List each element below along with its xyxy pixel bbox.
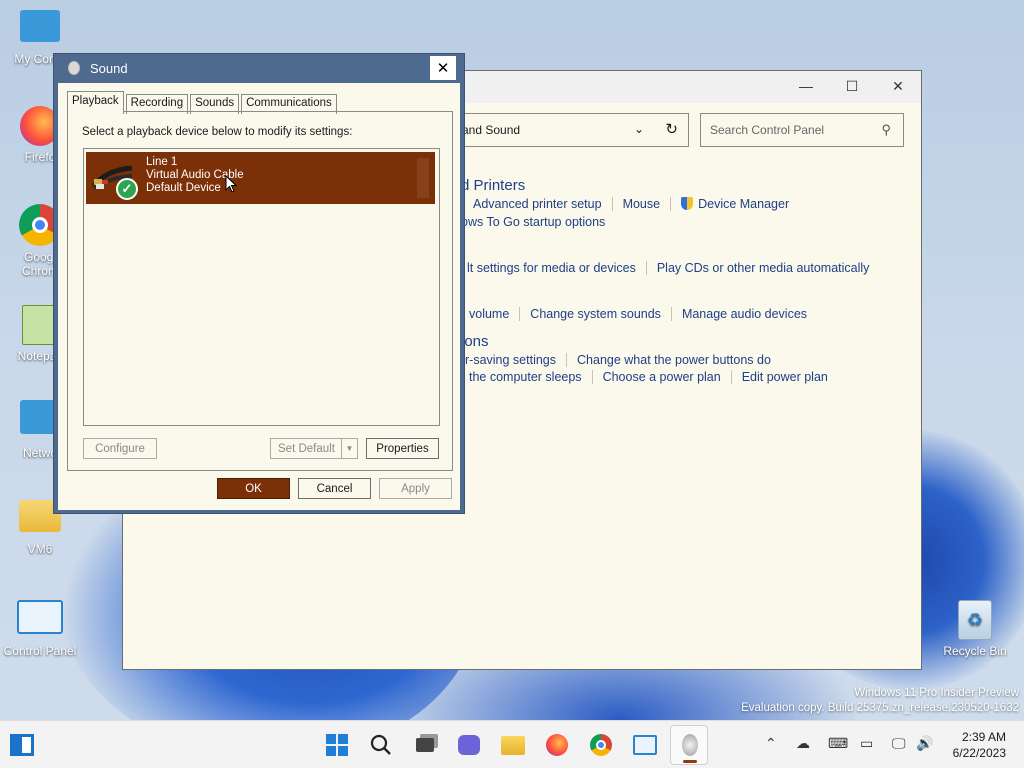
category-heading-power[interactable]: ions xyxy=(461,333,489,350)
configure-button[interactable]: Configure xyxy=(83,438,157,459)
apply-button[interactable]: Apply xyxy=(379,478,452,499)
default-device-check-icon: ✓ xyxy=(116,178,138,200)
refresh-icon[interactable]: ↻ xyxy=(665,120,678,138)
clock-time: 2:39 AM xyxy=(961,730,1006,744)
control-panel-icon[interactable] xyxy=(631,731,659,759)
firefox-icon[interactable] xyxy=(543,731,571,759)
recycle-bin-icon: ♻ xyxy=(958,600,992,640)
clock[interactable]: 2:39 AM 6/22/2023 xyxy=(953,729,1006,761)
clock-date: 6/22/2023 xyxy=(952,746,1006,760)
link-choose-power-plan[interactable]: Choose a power plan xyxy=(593,370,732,384)
link-power-buttons[interactable]: Change what the power buttons do xyxy=(567,353,781,367)
start-icon[interactable] xyxy=(323,731,351,759)
link-volume[interactable]: volume xyxy=(469,307,521,321)
cloud-offline-icon[interactable]: ☁ xyxy=(796,735,810,752)
dialog-body: Playback Recording Sounds Communications… xyxy=(58,83,460,510)
watermark-line-2: Evaluation copy. Build 25375.zn_release.… xyxy=(741,702,1019,714)
chrome-icon[interactable] xyxy=(587,731,615,759)
level-meter xyxy=(417,158,429,198)
link-computer-sleeps[interactable]: the computer sleeps xyxy=(469,370,593,384)
close-button[interactable]: ✕ xyxy=(875,71,921,101)
monitor-icon xyxy=(20,10,60,42)
windows-logo xyxy=(326,734,348,756)
link-device-manager[interactable]: Device Manager xyxy=(671,197,799,211)
search-placeholder: Search Control Panel xyxy=(710,123,825,137)
cancel-button[interactable]: Cancel xyxy=(298,478,371,499)
device-name: Line 1 xyxy=(146,156,178,168)
speaker-icon xyxy=(68,61,80,75)
close-button[interactable]: ✕ xyxy=(430,56,456,80)
minimize-button[interactable]: — xyxy=(783,71,829,101)
keyboard-icon[interactable]: ⌨ xyxy=(828,735,848,752)
list-item[interactable]: ✓ Line 1 Virtual Audio Cable Default Dev… xyxy=(86,152,435,204)
active-indicator xyxy=(683,760,697,763)
ok-button[interactable]: OK xyxy=(217,478,290,499)
link-play-cds[interactable]: Play CDs or other media automatically xyxy=(647,261,880,275)
search-input[interactable]: Search Control Panel ⚲ xyxy=(700,113,904,147)
speaker-icon xyxy=(682,734,698,756)
dialog-title: Sound xyxy=(90,60,128,76)
file-explorer-icon[interactable] xyxy=(499,731,527,759)
search-icon: ⚲ xyxy=(881,122,891,137)
chevron-down-icon[interactable]: ⌄ xyxy=(634,122,644,136)
desktop-icon-recycle-bin[interactable]: ♻ Recycle Bin xyxy=(935,600,1015,658)
tab-playback[interactable]: Playback xyxy=(67,91,124,114)
dialog-title-bar[interactable]: Sound xyxy=(54,54,464,82)
mouse-cursor-icon xyxy=(225,175,237,193)
category-heading-devices[interactable]: d Printers xyxy=(461,177,525,194)
link-mouse[interactable]: Mouse xyxy=(613,197,672,211)
desktop-icon-label: VM6 xyxy=(27,542,53,556)
task-view-icon[interactable] xyxy=(411,731,439,759)
chevron-up-icon[interactable]: ⌃ xyxy=(765,735,777,752)
chevron-down-icon[interactable]: ▼ xyxy=(341,439,357,458)
link-manage-audio-devices[interactable]: Manage audio devices xyxy=(672,307,817,321)
chat-icon[interactable] xyxy=(455,731,483,759)
link-advanced-printer-setup[interactable]: Advanced printer setup xyxy=(473,197,613,211)
autoplay-links: lt settings for media or devices Play CD… xyxy=(467,261,879,275)
desktop-icon-label: Recycle Bin xyxy=(943,644,1007,658)
link-edit-power-plan[interactable]: Edit power plan xyxy=(732,370,838,384)
sound-links: volume Change system sounds Manage audio… xyxy=(469,307,817,321)
instruction-text: Select a playback device below to modify… xyxy=(82,126,353,138)
devices-links: Advanced printer setup Mouse Device Mana… xyxy=(473,197,799,211)
sound-taskbar-button[interactable] xyxy=(670,725,708,765)
taskbar: ⌃ ☁ ⌨ ▭ 🖵 🔊 2:39 AM 6/22/2023 xyxy=(0,720,1024,768)
control-panel-icon xyxy=(17,600,63,634)
tablet-icon[interactable]: ▭ xyxy=(860,735,873,752)
network-icon[interactable]: 🖵 xyxy=(892,735,906,752)
link-windows-to-go[interactable]: ows To Go startup options xyxy=(461,215,615,229)
address-text: and Sound xyxy=(462,123,521,137)
set-default-button[interactable]: Set Default ▼ xyxy=(270,438,358,459)
power-links-row1: r-saving settings Change what the power … xyxy=(465,353,781,367)
maximize-button[interactable]: ☐ xyxy=(829,71,875,101)
link-power-saving-settings[interactable]: r-saving settings xyxy=(465,353,568,367)
devices-links-row2: ows To Go startup options xyxy=(461,215,615,229)
search-icon[interactable] xyxy=(367,731,395,759)
volume-icon[interactable]: 🔊 xyxy=(916,735,933,752)
power-links-row2: the computer sleeps Choose a power plan … xyxy=(469,370,838,384)
watermark-line-1: Windows 11 Pro Insider Preview xyxy=(854,687,1019,699)
evaluation-watermark: Windows 11 Pro Insider Preview Evaluatio… xyxy=(741,686,1019,716)
widgets-icon[interactable] xyxy=(8,731,36,759)
device-list[interactable]: ✓ Line 1 Virtual Audio Cable Default Dev… xyxy=(83,148,440,426)
link-change-system-sounds[interactable]: Change system sounds xyxy=(520,307,672,321)
set-default-label: Set Default xyxy=(278,442,335,455)
link-default-settings-media[interactable]: lt settings for media or devices xyxy=(467,261,647,275)
shield-icon xyxy=(681,197,694,210)
address-bar[interactable]: and Sound ⌄ ↻ xyxy=(453,113,689,147)
desktop-icon-control-panel[interactable]: Control Panel xyxy=(0,600,80,658)
playback-panel: Select a playback device below to modify… xyxy=(67,111,453,471)
desktop-icon-label: Control Panel xyxy=(3,644,77,658)
properties-button[interactable]: Properties xyxy=(366,438,439,459)
audio-cable-icon: ✓ xyxy=(86,152,146,204)
sound-dialog: Sound ✕ Playback Recording Sounds Commun… xyxy=(53,53,465,514)
